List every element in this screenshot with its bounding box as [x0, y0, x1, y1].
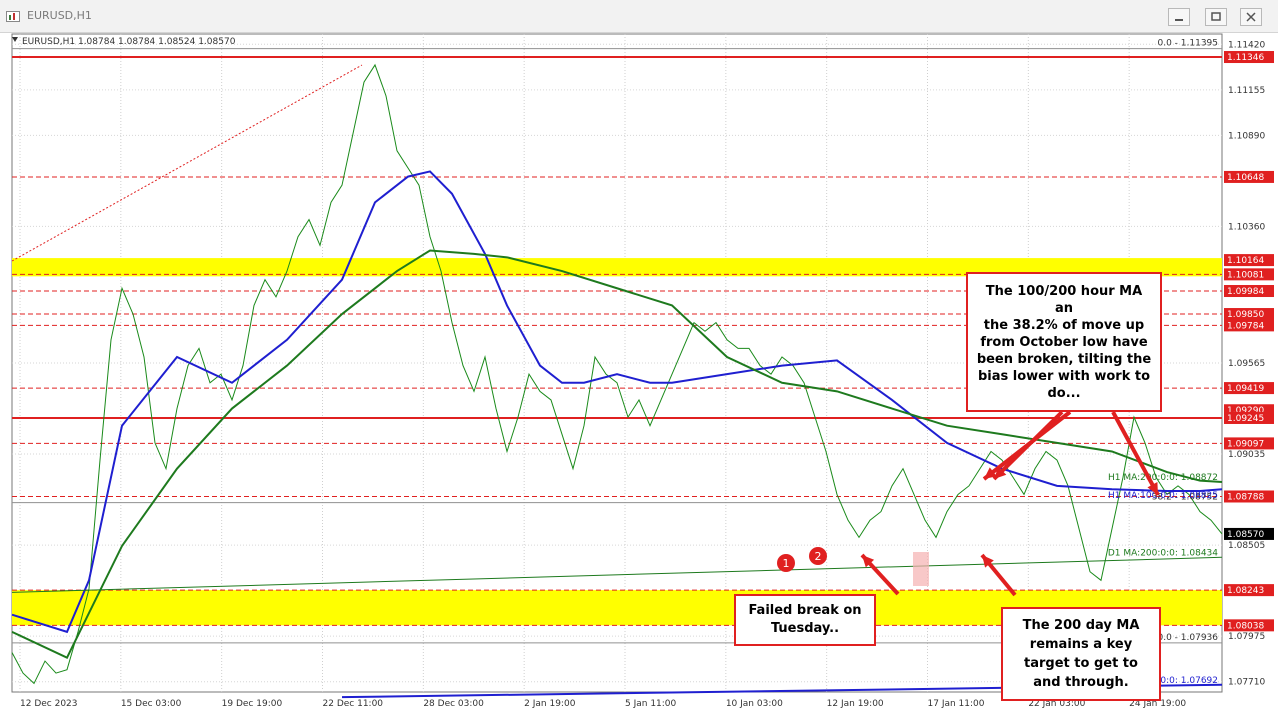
price-tag-label: 1.09784: [1227, 321, 1264, 331]
ma-label: H1 MA:100:0:0: 1.08825: [1108, 491, 1218, 501]
x-tick-label: 5 Jan 11:00: [625, 699, 677, 709]
ma-label: H1 MA:200:0:0: 1.08872: [1108, 473, 1218, 483]
fib-label: 50.0 - 1.07936: [1152, 633, 1218, 643]
title-bar[interactable]: EURUSD,H1: [0, 0, 1278, 33]
marker-label: 1: [783, 557, 790, 570]
price-tag-label: 1.08570: [1227, 530, 1264, 540]
maximize-icon: [1211, 12, 1221, 21]
y-tick-label: 1.07710: [1228, 678, 1265, 688]
x-tick-label: 15 Dec 03:00: [121, 699, 182, 709]
price-tag-label: 1.10648: [1227, 173, 1264, 183]
close-icon: [1246, 12, 1256, 22]
numbered-markers: 12: [777, 547, 827, 572]
header-arrow-icon: [12, 37, 18, 42]
y-tick-label: 1.08505: [1228, 541, 1265, 551]
close-button[interactable]: [1240, 8, 1262, 26]
x-tick-label: 19 Dec 19:00: [222, 699, 283, 709]
x-tick-label: 22 Dec 11:00: [323, 699, 384, 709]
x-tick-label: 28 Dec 03:00: [423, 699, 484, 709]
y-tick-label: 1.11155: [1228, 86, 1265, 96]
price-tag-label: 1.09419: [1227, 384, 1264, 394]
chart-window: EURUSD,H1 1.11420 1.11155 1.10890 1.10360 1.…: [0, 0, 1278, 712]
marker-label: 2: [815, 550, 822, 563]
y-tick-label: 1.09565: [1228, 359, 1265, 369]
x-tick-label: 12 Dec 2023: [20, 699, 78, 709]
minimize-icon: [1175, 19, 1183, 21]
annotation-arrows: [860, 410, 1160, 597]
price-tag-label: 1.11346: [1227, 53, 1264, 63]
chart-window-icon: [6, 11, 20, 22]
window-title: EURUSD,H1: [27, 9, 92, 22]
maximize-button[interactable]: [1205, 8, 1227, 26]
day-ma-annotation: The 200 day MA remains a key target to g…: [1001, 607, 1161, 701]
x-tick-label: 10 Jan 03:00: [726, 699, 783, 709]
price-tag-label: 1.09245: [1227, 414, 1264, 424]
y-tick-label: 1.11420: [1228, 40, 1265, 50]
price-tag-label: 1.08243: [1227, 586, 1264, 596]
chart-header: EURUSD,H1 1.08784 1.08784 1.08524 1.0857…: [22, 37, 236, 47]
ma-label: D1 MA:200:0:0: 1.08434: [1108, 548, 1218, 558]
ma-broken-annotation: The 100/200 hour MA an the 38.2% of move…: [966, 272, 1162, 412]
y-tick-label: 1.07975: [1228, 632, 1265, 642]
y-tick-label: 1.10360: [1228, 222, 1265, 232]
x-tick-label: 12 Jan 19:00: [827, 699, 884, 709]
minimize-button[interactable]: [1168, 8, 1190, 26]
y-tick-label: 1.09035: [1228, 450, 1265, 460]
x-tick-label: 2 Jan 19:00: [524, 699, 576, 709]
x-tick-label: 17 Jan 11:00: [928, 699, 985, 709]
y-tick-label: 1.10890: [1228, 131, 1265, 141]
price-tag-label: 1.08788: [1227, 492, 1264, 502]
fib-trend-line: [11, 64, 363, 262]
fib-label: 0.0 - 1.11395: [1158, 39, 1219, 49]
price-tag-label: 1.09984: [1227, 287, 1264, 297]
series-d1ma200: [11, 556, 1223, 593]
price-tag-label: 1.09850: [1227, 310, 1264, 320]
price-axis: 1.11420 1.11155 1.10890 1.10360 1.09565 1.090…: [1224, 40, 1274, 688]
annotation-arrow: [992, 410, 1064, 481]
failed-break-annotation: Failed break on Tuesday..: [734, 594, 876, 646]
failed-break-highlight: [913, 552, 929, 586]
price-tag-label: 1.10081: [1227, 270, 1264, 280]
price-tag-label: 1.09097: [1227, 439, 1264, 449]
price-tag-label: 1.08038: [1227, 621, 1264, 631]
price-tag-label: 1.10164: [1227, 256, 1264, 266]
